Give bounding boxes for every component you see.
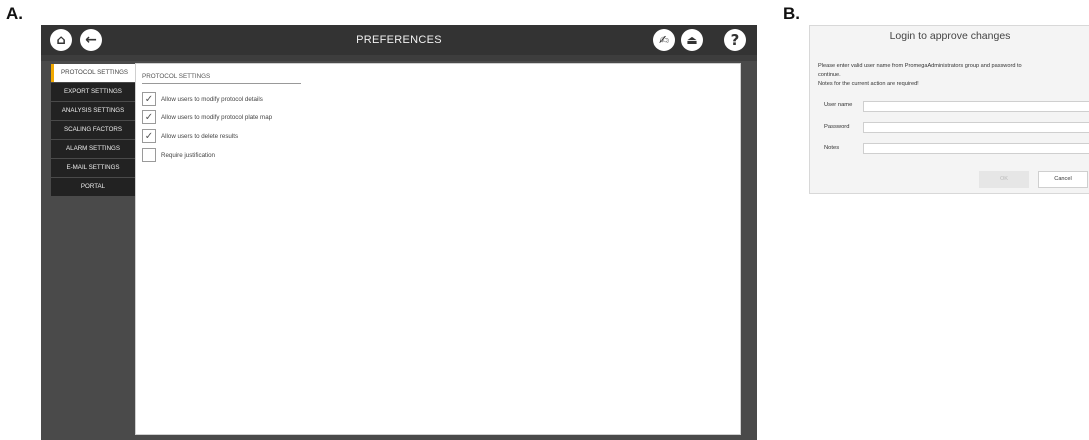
dialog-message: continue. [818,72,841,78]
page-title: PREFERENCES [356,34,442,46]
checkbox[interactable]: ✓ [142,92,156,106]
section-title: PROTOCOL SETTINGS [142,73,211,80]
help-icon[interactable]: ? [724,29,746,51]
option-label: Allow users to delete results [161,132,239,140]
option-require-justification[interactable]: Require justification [142,148,215,162]
signature-icon[interactable]: ✍ [653,29,675,51]
home-icon[interactable]: ⌂ [50,29,72,51]
sidebar-item-export-settings[interactable]: EXPORT SETTINGS [51,83,135,101]
ok-button[interactable]: OK [979,171,1029,188]
settings-content: PROTOCOL SETTINGS ✓ Allow users to modif… [135,63,741,435]
notes-label: Notes [824,145,840,151]
username-label: User name [824,102,853,108]
checkbox[interactable]: ✓ [142,110,156,124]
notes-input[interactable] [863,143,1089,154]
preferences-window: PREFERENCES ⌂ ← ✍ ⏏ ? PROTOCOL SETTINGS … [41,25,757,440]
password-label: Password [824,124,850,130]
section-divider [142,83,301,84]
checkbox[interactable]: ✓ [142,129,156,143]
option-label: Require justification [161,151,215,159]
option-delete-results[interactable]: ✓ Allow users to delete results [142,129,238,143]
top-bar: PREFERENCES ⌂ ← ✍ ⏏ ? [41,25,757,55]
sidebar-item-portal[interactable]: PORTAL [51,178,135,196]
panel-label-b: B. [783,4,800,23]
top-bar-strip [41,55,757,61]
dialog-title: Login to approve changes [889,30,1011,42]
sidebar-item-email-settings[interactable]: E-MAIL SETTINGS [51,159,135,177]
checkbox[interactable] [142,148,156,162]
option-modify-plate-map[interactable]: ✓ Allow users to modify protocol plate m… [142,110,272,124]
username-input[interactable] [863,101,1089,112]
settings-sidebar: PROTOCOL SETTINGS EXPORT SETTINGS ANALYS… [51,64,135,197]
option-label: Allow users to modify protocol details [161,95,263,103]
sidebar-item-alarm-settings[interactable]: ALARM SETTINGS [51,140,135,158]
option-modify-protocol-details[interactable]: ✓ Allow users to modify protocol details [142,92,263,106]
login-dialog: Login to approve changes Please enter va… [809,25,1089,194]
cancel-button[interactable]: Cancel [1038,171,1088,188]
panel-label-a: A. [6,4,23,23]
option-label: Allow users to modify protocol plate map [161,113,273,121]
sidebar-item-scaling-factors[interactable]: SCALING FACTORS [51,121,135,139]
sidebar-item-protocol-settings[interactable]: PROTOCOL SETTINGS [51,64,135,82]
dialog-message: Please enter valid user name from Promeg… [818,63,1022,69]
password-input[interactable] [863,122,1089,133]
back-arrow-icon[interactable]: ← [80,29,102,51]
sidebar-item-analysis-settings[interactable]: ANALYSIS SETTINGS [51,102,135,120]
dialog-notice: Notes for the current action are require… [818,81,919,87]
exit-door-icon[interactable]: ⏏ [681,29,703,51]
